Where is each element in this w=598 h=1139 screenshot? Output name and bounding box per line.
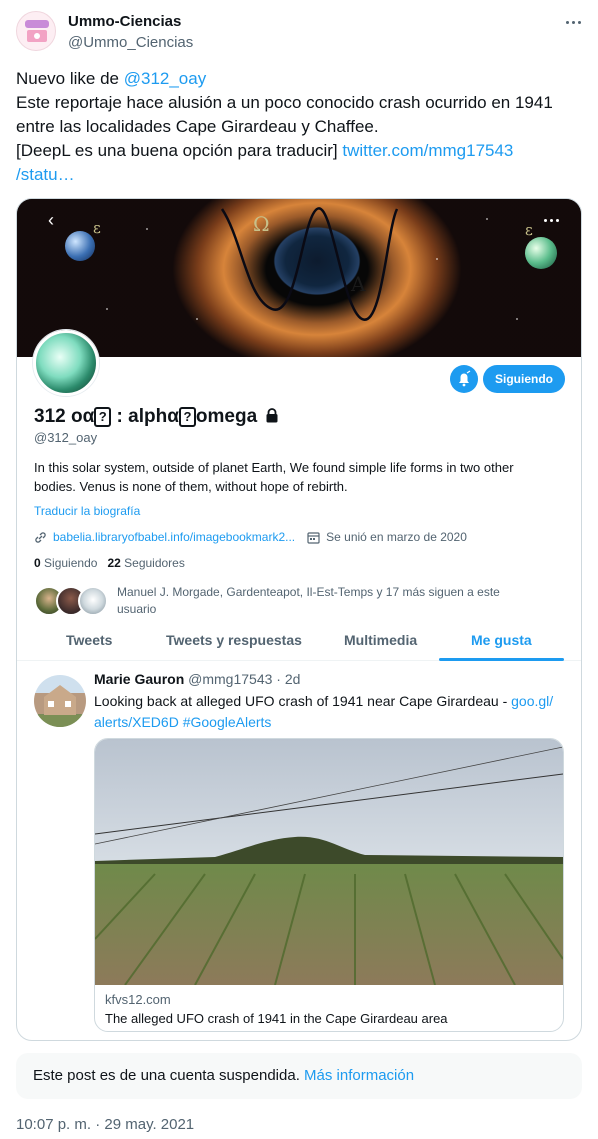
status-link[interactable]: twitter.com/mmg17543 bbox=[342, 141, 513, 160]
inner-tweet-avatar[interactable] bbox=[34, 675, 86, 727]
suspended-notice-text: Este post es de una cuenta suspendida. bbox=[33, 1067, 305, 1084]
more-options-icon[interactable] bbox=[563, 12, 583, 32]
planet-left-image bbox=[65, 231, 95, 261]
profile-website[interactable]: babelia.libraryofbabel.info/imagebookmar… bbox=[53, 530, 295, 544]
notification-bell-icon[interactable] bbox=[450, 365, 478, 393]
following-count[interactable]: 0 bbox=[34, 556, 41, 570]
calendar-icon bbox=[307, 531, 320, 544]
profile-handle: @312_oay bbox=[34, 430, 98, 445]
card-title: The alleged UFO crash of 1941 in the Cap… bbox=[105, 1011, 448, 1026]
link-preview-card[interactable]: kfvs12.com The alleged UFO crash of 1941… bbox=[94, 738, 564, 1032]
profile-bio: In this solar system, outside of planet … bbox=[34, 460, 514, 494]
followers-you-know[interactable]: Manuel J. Morgade, Gardenteapot, Il-Est-… bbox=[117, 584, 537, 618]
tweet-line1-prefix: Nuevo like de bbox=[16, 69, 124, 88]
author-name[interactable]: Ummo-Ciencias bbox=[68, 13, 181, 30]
inner-tweet-text: Looking back at alleged UFO crash of 194… bbox=[94, 691, 574, 733]
profile-name-part3: omega bbox=[195, 406, 258, 427]
tab-media[interactable]: Multimedia bbox=[344, 632, 417, 648]
more-info-link[interactable]: Más información bbox=[304, 1067, 414, 1084]
inner-tweet-text-prefix: Looking back at alleged UFO crash of 194… bbox=[94, 693, 512, 709]
tab-tweets-replies[interactable]: Tweets y respuestas bbox=[166, 632, 302, 648]
omega-symbol: Ω bbox=[253, 212, 270, 236]
epsilon-left: ε bbox=[93, 219, 101, 237]
tweet-line2: Este reportaje hace alusión a un poco co… bbox=[16, 93, 553, 112]
inner-tweet-header: Marie Gauron @mmg17543 · 2d bbox=[94, 671, 300, 687]
epsilon-right: ε bbox=[525, 221, 533, 239]
followers-count[interactable]: 22 bbox=[107, 556, 120, 570]
unknown-glyph-box: ? bbox=[94, 407, 112, 427]
author-avatar[interactable] bbox=[16, 11, 56, 51]
googl-link-cont[interactable]: alerts/XED6D bbox=[94, 714, 179, 730]
profile-name-part1: 312 ο bbox=[34, 406, 83, 427]
follow-counts: 0 Siguiendo 22 Seguidores bbox=[34, 556, 185, 570]
tweet-timestamp[interactable]: 10:07 p. m. · 29 may. 2021 bbox=[16, 1116, 194, 1133]
author-avatar-image bbox=[25, 20, 49, 42]
unknown-glyph-box-2: ? bbox=[178, 407, 196, 427]
followers-label[interactable]: Seguidores bbox=[124, 556, 185, 570]
follower-avatar bbox=[78, 586, 108, 616]
following-button[interactable]: Siguiendo bbox=[483, 365, 565, 393]
mention-link[interactable]: @312_oay bbox=[124, 69, 207, 88]
profile-avatar[interactable] bbox=[33, 330, 99, 396]
active-tab-indicator bbox=[439, 658, 564, 661]
link-icon bbox=[35, 531, 46, 543]
back-arrow-icon[interactable]: ‹ bbox=[39, 209, 63, 233]
cornfield-photo bbox=[95, 739, 563, 985]
card-domain: kfvs12.com bbox=[105, 992, 171, 1007]
translate-bio-link[interactable]: Traducir la biografía bbox=[34, 504, 140, 518]
alpha-symbol: A bbox=[351, 272, 366, 296]
tweet-line3: entre las localidades Cape Girardeau y C… bbox=[16, 117, 379, 136]
profile-name-alpha-2: α bbox=[167, 406, 179, 427]
lock-icon bbox=[266, 408, 278, 423]
profile-name-alpha: α bbox=[82, 406, 95, 427]
suspended-account-notice: Este post es de una cuenta suspendida. M… bbox=[16, 1053, 582, 1099]
googl-link[interactable]: goo.gl/ bbox=[511, 693, 553, 709]
profile-tabs: Tweets Tweets y respuestas Multimedia Me… bbox=[17, 623, 581, 661]
tweet-line4-prefix: [DeepL es una buena opción para traducir… bbox=[16, 141, 343, 160]
tweet-text: Nuevo like de @312_oay Este reportaje ha… bbox=[16, 67, 576, 187]
profile-joined: Se unió en marzo de 2020 bbox=[326, 530, 467, 544]
profile-name: 312 οα? : alphα? omega bbox=[34, 406, 279, 428]
profile-meta: babelia.libraryofbabel.info/imagebookmar… bbox=[34, 530, 467, 544]
inner-tweet-handle-time[interactable]: @mmg17543 · 2d bbox=[188, 671, 300, 687]
hashtag-link[interactable]: #GoogleAlerts bbox=[183, 714, 272, 730]
embedded-profile-screenshot[interactable]: Ω A ε ε ‹ Siguiendo 312 οα? : alphα? omeg… bbox=[16, 198, 582, 1041]
status-link-cont[interactable]: /statu… bbox=[16, 165, 75, 184]
profile-name-part2: : alph bbox=[111, 406, 168, 427]
banner-more-icon[interactable] bbox=[537, 208, 565, 232]
banner-wave-art bbox=[106, 207, 518, 321]
tab-tweets[interactable]: Tweets bbox=[66, 632, 112, 648]
author-handle[interactable]: @Ummo_Ciencias bbox=[68, 34, 193, 51]
planet-right-image bbox=[525, 237, 557, 269]
tab-likes[interactable]: Me gusta bbox=[471, 632, 532, 648]
followers-you-know-avatars bbox=[34, 586, 108, 616]
profile-banner: Ω A ε ε ‹ bbox=[17, 199, 581, 357]
following-label[interactable]: Siguiendo bbox=[44, 556, 97, 570]
inner-tweet-author[interactable]: Marie Gauron bbox=[94, 671, 184, 687]
